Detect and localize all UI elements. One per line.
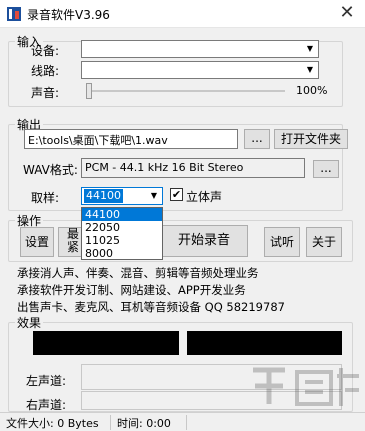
open-folder-button[interactable]: 打开文件夹 <box>274 129 348 149</box>
left-channel-label: 左声道: <box>26 374 67 388</box>
listen-button[interactable]: 试听 <box>264 227 300 257</box>
info-line: 出售声卡、麦克风、耳机等音频设备 QQ 58219787 <box>17 300 285 314</box>
chevron-down-icon[interactable]: ▼ <box>147 189 161 203</box>
device-select[interactable]: ▼ <box>81 40 319 58</box>
stereo-checkbox[interactable]: ✔ <box>170 188 183 201</box>
status-divider <box>110 415 111 430</box>
sample-option-11025[interactable]: 11025 <box>82 234 162 247</box>
chevron-down-icon[interactable]: ▼ <box>303 63 317 77</box>
volume-slider-track[interactable] <box>88 90 285 92</box>
wav-format-label: WAV格式: <box>23 163 78 177</box>
left-meter-display <box>33 331 179 355</box>
settings-button[interactable]: 设置 <box>20 227 54 257</box>
sample-rate-dropdown: 44100 22050 11025 8000 <box>81 207 163 260</box>
browse-path-button[interactable]: ... <box>244 129 270 149</box>
sample-option-22050[interactable]: 22050 <box>82 221 162 234</box>
volume-label: 声音: <box>31 86 60 100</box>
right-channel-label: 右声道: <box>26 398 67 412</box>
status-bar: 文件大小: 0 Bytes 时间: 0:00 <box>0 412 365 431</box>
watermark-logo-icon <box>253 367 359 406</box>
volume-percent: 100% <box>296 84 328 97</box>
line-label: 线路: <box>31 64 60 78</box>
about-button[interactable]: 关于 <box>306 227 342 257</box>
window-title: 录音软件V3.96 <box>27 8 110 22</box>
wav-format-field: PCM - 44.1 kHz 16 Bit Stereo <box>81 158 305 178</box>
info-line: 承接消人声、伴奏、混音、剪辑等音频处理业务 <box>17 266 259 280</box>
device-label: 设备: <box>31 44 60 58</box>
sample-rate-value: 44100 <box>84 189 123 203</box>
volume-slider-thumb[interactable] <box>86 83 92 99</box>
status-divider <box>186 415 187 430</box>
start-record-button[interactable]: 开始录音 <box>160 225 248 257</box>
time-status: 时间: 0:00 <box>117 417 171 430</box>
sample-rate-select[interactable]: 44100 ▼ <box>81 187 163 205</box>
sample-option-8000[interactable]: 8000 <box>82 247 162 260</box>
title-bar: 录音软件V3.96 ✕ <box>0 0 365 28</box>
wav-format-button[interactable]: ... <box>313 160 339 178</box>
sample-label: 取样: <box>31 191 60 205</box>
right-meter-display <box>187 331 342 355</box>
stereo-label: 立体声 <box>186 190 223 204</box>
info-line: 承接软件开发订制、网站建设、APP开发业务 <box>17 283 246 297</box>
effect-group-legend: 效果 <box>17 316 42 330</box>
chevron-down-icon[interactable]: ▼ <box>303 42 317 56</box>
line-select[interactable]: ▼ <box>81 61 319 79</box>
app-icon <box>7 7 21 21</box>
sample-option-44100[interactable]: 44100 <box>82 208 162 221</box>
close-button[interactable]: ✕ <box>335 2 359 24</box>
output-path-field[interactable]: E:\tools\桌面\下载吧\1.wav <box>24 129 238 149</box>
file-size-status: 文件大小: 0 Bytes <box>6 417 99 430</box>
